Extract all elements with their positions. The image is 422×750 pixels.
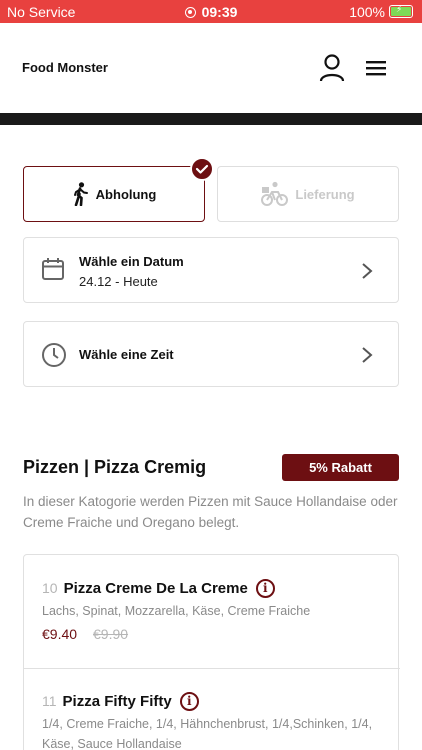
menu-item[interactable]: 10 Pizza Creme De La Creme i Lachs, Spinat… xyxy=(24,579,400,668)
battery-percent: 100% xyxy=(349,4,385,20)
item-number: 10 xyxy=(42,580,58,596)
selected-check-icon xyxy=(190,157,214,181)
delivery-option[interactable]: Lieferung xyxy=(217,166,399,222)
clock-icon xyxy=(42,343,66,367)
chevron-right-icon xyxy=(362,263,373,279)
menu-item[interactable]: 11 Pizza Fifty Fifty i 1/4, Creme Fraiche,… xyxy=(24,692,400,750)
item-name: Pizza Creme De La Creme xyxy=(63,580,248,597)
pickup-option[interactable]: Abholung xyxy=(23,166,205,222)
bicycle-courier-icon xyxy=(261,181,289,206)
calendar-icon xyxy=(42,258,64,280)
item-ingredients: 1/4, Creme Fraiche, 1/4, Hähnchenbrust, … xyxy=(42,717,373,750)
clock-time: 09:39 xyxy=(201,4,238,20)
hero-image-strip xyxy=(0,113,422,125)
item-ingredients: Lachs, Spinat, Mozzarella, Käse, Creme F… xyxy=(42,604,311,618)
walking-person-icon xyxy=(73,182,88,206)
time-picker[interactable]: Wähle eine Zeit xyxy=(23,321,399,387)
app-header: Food Monster xyxy=(0,23,422,113)
recording-icon xyxy=(184,7,196,18)
delivery-label: Lieferung xyxy=(295,186,355,202)
item-divider xyxy=(24,668,400,669)
discount-badge: 5% Rabatt xyxy=(282,454,399,481)
battery-icon xyxy=(389,4,413,18)
item-price: €9.40 xyxy=(42,626,78,642)
category-title: Pizzen | Pizza Cremig xyxy=(23,457,207,477)
brand-name: Food Monster xyxy=(22,60,108,75)
info-icon[interactable]: i xyxy=(255,579,275,598)
date-picker-value: 24.12 - Heute xyxy=(79,274,158,289)
chevron-right-icon xyxy=(362,347,373,363)
category-description: In dieser Katogorie werden Pizzen mit Sa… xyxy=(23,494,398,530)
pickup-label: Abholung xyxy=(95,186,157,202)
item-old-price: €9.90 xyxy=(93,626,129,642)
date-picker[interactable]: Wähle ein Datum 24.12 - Heute xyxy=(23,237,399,303)
user-account-icon[interactable] xyxy=(319,54,345,82)
item-name: Pizza Fifty Fifty xyxy=(62,693,172,710)
menu-items-card: 10 Pizza Creme De La Creme i Lachs, Spinat… xyxy=(23,554,400,750)
status-bar: No Service 09:39 100% xyxy=(0,0,422,23)
date-picker-title: Wähle ein Datum xyxy=(79,254,184,269)
info-icon[interactable]: i xyxy=(179,692,199,711)
time-picker-title: Wähle eine Zeit xyxy=(79,347,174,362)
item-number: 11 xyxy=(42,693,57,709)
menu-icon[interactable] xyxy=(364,58,388,78)
